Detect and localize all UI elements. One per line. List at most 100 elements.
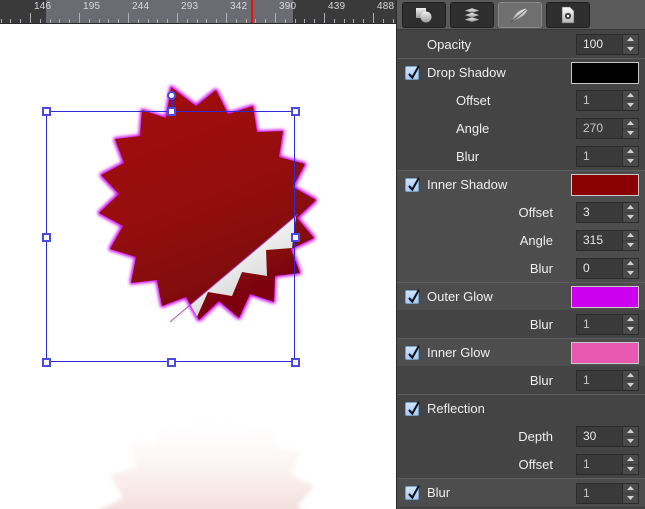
row-reflection-depth-spin-down-icon[interactable] xyxy=(623,435,638,446)
row-inner-glow-color-swatch[interactable] xyxy=(571,342,639,364)
row-inner-shadow-offset[interactable]: Offset 3 xyxy=(397,198,645,226)
row-outer-glow[interactable]: Outer Glow xyxy=(397,282,645,310)
row-inner-glow-blur-value[interactable]: 1 xyxy=(576,369,622,391)
row-drop-shadow-blur-value[interactable]: 1 xyxy=(576,145,622,167)
row-outer-glow-blur-value[interactable]: 1 xyxy=(576,313,622,335)
reflection-effect xyxy=(102,404,314,509)
row-reflection-depth-stepper[interactable]: 30 xyxy=(576,425,639,447)
row-drop-shadow-blur-spin-up-icon[interactable] xyxy=(623,147,638,156)
row-drop-shadow-blur-spin-down-icon[interactable] xyxy=(623,155,638,166)
checkbox-row-inner-glow[interactable] xyxy=(405,344,420,360)
canvas-area[interactable]: 146 195 244 293 342 390 439 488 xyxy=(0,0,396,509)
row-inner-shadow-angle-spin-up-icon[interactable] xyxy=(623,231,638,240)
row-opacity-spin-up-icon[interactable] xyxy=(623,35,638,44)
checkbox-row-outer-glow[interactable] xyxy=(405,288,420,304)
row-reflection-depth-value[interactable]: 30 xyxy=(576,425,622,447)
effects-panel: Opacity 100 Drop Shadow Offset 1 Angle 270 Blur… xyxy=(396,0,645,509)
row-inner-shadow-blur-value[interactable]: 0 xyxy=(576,257,622,279)
checkbox-row-blur[interactable] xyxy=(405,484,420,500)
row-outer-glow-color-swatch[interactable] xyxy=(571,286,639,308)
handle-bottom-left[interactable] xyxy=(42,358,51,367)
row-inner-shadow-offset-spin-down-icon[interactable] xyxy=(623,211,638,222)
row-drop-shadow-blur-stepper[interactable]: 1 xyxy=(576,145,639,167)
handle-middle-right[interactable] xyxy=(291,232,300,242)
handle-top-left[interactable] xyxy=(42,107,51,116)
checkbox-row-reflection[interactable] xyxy=(405,400,420,416)
row-inner-shadow-color-swatch[interactable] xyxy=(571,174,639,196)
row-inner-shadow-blur-spin-down-icon[interactable] xyxy=(623,267,638,278)
row-inner-shadow-offset-stepper[interactable]: 3 xyxy=(576,201,639,223)
row-drop-shadow-label: Drop Shadow xyxy=(427,65,506,80)
row-drop-shadow-angle-stepper[interactable]: 270 xyxy=(576,117,639,139)
row-opacity-label: Opacity xyxy=(427,36,472,52)
row-inner-shadow-angle-stepper[interactable]: 315 xyxy=(576,229,639,251)
row-inner-shadow-blur-stepper[interactable]: 0 xyxy=(576,257,639,279)
row-inner-glow-blur[interactable]: Blur 1 xyxy=(397,366,645,394)
row-inner-shadow-offset-spin-up-icon[interactable] xyxy=(623,203,638,212)
row-drop-shadow-offset-spin-down-icon[interactable] xyxy=(623,99,638,110)
row-opacity[interactable]: Opacity 100 xyxy=(397,30,645,58)
layers-icon xyxy=(461,6,483,24)
row-drop-shadow[interactable]: Drop Shadow xyxy=(397,58,645,86)
row-inner-shadow-blur-spin-up-icon[interactable] xyxy=(623,259,638,268)
handle-bottom-right[interactable] xyxy=(291,358,300,367)
row-drop-shadow-offset-spin-up-icon[interactable] xyxy=(623,91,638,100)
row-outer-glow-blur-stepper[interactable]: 1 xyxy=(576,313,639,335)
row-reflection-offset-spin-up-icon[interactable] xyxy=(623,455,638,464)
row-reflection-offset[interactable]: Offset 1 xyxy=(397,450,645,478)
handle-middle-left[interactable] xyxy=(42,232,51,242)
row-drop-shadow-angle-value[interactable]: 270 xyxy=(576,117,622,139)
row-opacity-value[interactable]: 100 xyxy=(576,33,622,55)
row-opacity-stepper[interactable]: 100 xyxy=(576,33,639,55)
row-blur-value[interactable]: 1 xyxy=(576,482,622,504)
row-reflection[interactable]: Reflection xyxy=(397,394,645,422)
row-inner-shadow[interactable]: Inner Shadow xyxy=(397,170,645,198)
row-blur-stepper[interactable]: 1 xyxy=(576,482,639,504)
tab-document[interactable] xyxy=(546,1,590,28)
row-drop-shadow-offset-stepper[interactable]: 1 xyxy=(576,89,639,111)
handle-top-right[interactable] xyxy=(291,107,300,116)
row-drop-shadow-color-swatch[interactable] xyxy=(571,62,639,84)
row-inner-glow-blur-label: Blur xyxy=(529,372,553,388)
handle-bottom-center[interactable] xyxy=(166,358,176,367)
row-drop-shadow-offset[interactable]: Offset 1 xyxy=(397,86,645,114)
row-inner-glow-blur-stepper[interactable]: 1 xyxy=(576,369,639,391)
row-blur[interactable]: Blur 1 xyxy=(397,478,645,506)
handle-top-center[interactable] xyxy=(166,107,176,116)
row-inner-glow-blur-spin-down-icon[interactable] xyxy=(623,379,638,390)
row-opacity-spin-down-icon[interactable] xyxy=(623,43,638,54)
row-inner-shadow-angle[interactable]: Angle 315 xyxy=(397,226,645,254)
horizontal-ruler[interactable]: 146 195 244 293 342 390 439 488 xyxy=(0,0,396,24)
row-reflection-depth-spin-up-icon[interactable] xyxy=(623,427,638,436)
row-outer-glow-blur-spin-down-icon[interactable] xyxy=(623,323,638,334)
tab-layers[interactable] xyxy=(450,1,494,28)
row-blur-spin-up-icon[interactable] xyxy=(623,484,638,493)
row-drop-shadow-blur-label: Blur xyxy=(456,148,480,164)
effects-rows: Opacity 100 Drop Shadow Offset 1 Angle 270 Blur… xyxy=(397,30,645,506)
row-reflection-offset-spin-down-icon[interactable] xyxy=(623,463,638,474)
row-drop-shadow-offset-value[interactable]: 1 xyxy=(576,89,622,111)
row-inner-shadow-offset-value[interactable]: 3 xyxy=(576,201,622,223)
row-reflection-offset-value[interactable]: 1 xyxy=(576,453,622,475)
rotation-handle[interactable] xyxy=(167,91,176,100)
row-drop-shadow-angle-spin-up-icon[interactable] xyxy=(623,119,638,128)
checkbox-row-drop-shadow[interactable] xyxy=(405,64,420,80)
tab-shapes[interactable] xyxy=(402,1,446,28)
row-blur-spin-down-icon[interactable] xyxy=(623,492,638,503)
row-outer-glow-blur-spin-up-icon[interactable] xyxy=(623,315,638,324)
row-inner-shadow-angle-spin-down-icon[interactable] xyxy=(623,239,638,250)
row-inner-glow-blur-spin-up-icon[interactable] xyxy=(623,371,638,380)
tab-effects[interactable] xyxy=(498,1,542,28)
selection-bounding-box[interactable] xyxy=(42,91,300,367)
row-drop-shadow-blur[interactable]: Blur 1 xyxy=(397,142,645,170)
row-inner-glow[interactable]: Inner Glow xyxy=(397,338,645,366)
row-outer-glow-blur[interactable]: Blur 1 xyxy=(397,310,645,338)
row-reflection-offset-stepper[interactable]: 1 xyxy=(576,453,639,475)
checkbox-row-inner-shadow[interactable] xyxy=(405,176,420,192)
row-reflection-depth[interactable]: Depth 30 xyxy=(397,422,645,450)
row-reflection-depth-label: Depth xyxy=(518,428,553,444)
row-inner-shadow-blur[interactable]: Blur 0 xyxy=(397,254,645,282)
row-inner-shadow-angle-value[interactable]: 315 xyxy=(576,229,622,251)
row-drop-shadow-angle[interactable]: Angle 270 xyxy=(397,114,645,142)
row-drop-shadow-angle-spin-down-icon[interactable] xyxy=(623,127,638,138)
